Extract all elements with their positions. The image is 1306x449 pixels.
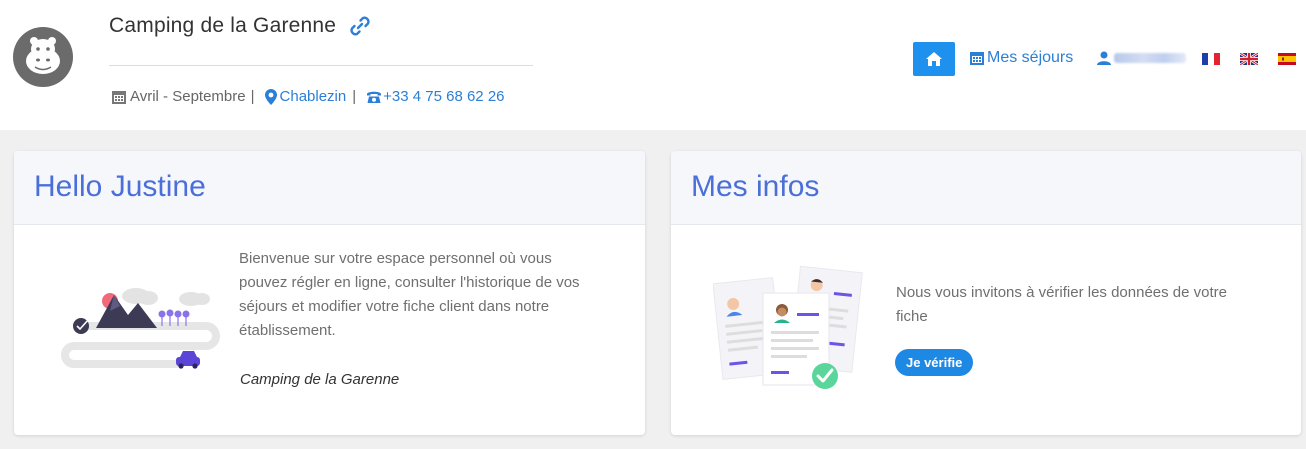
verify-button[interactable]: Je vérifie (895, 349, 974, 376)
user-account-link[interactable] (1097, 51, 1186, 65)
link-icon[interactable] (348, 14, 372, 38)
camping-name: Camping de la Garenne (109, 14, 337, 37)
separator: | (352, 88, 357, 105)
header-divider (109, 65, 533, 66)
info-text: Nous vous invitons à vérifier les donnée… (896, 284, 1228, 325)
info-card: Mes infos Nous vous invitons à vérifier … (671, 151, 1301, 435)
welcome-title: Hello Justine (34, 170, 206, 203)
camping-info: Avril - Septembre | Chablezin | +33 4 75… (111, 88, 505, 105)
location-link[interactable]: Chablezin (280, 88, 347, 105)
info-card-header: Mes infos (671, 151, 1301, 225)
home-icon (926, 52, 942, 66)
my-stays-label: Mes séjours (987, 49, 1074, 66)
documents-illustration (713, 265, 863, 389)
welcome-text: Bienvenue sur votre espace personnel où … (239, 250, 580, 339)
flag-es-icon[interactable] (1278, 53, 1296, 65)
camping-logo[interactable] (13, 27, 73, 87)
user-name-blurred (1114, 53, 1186, 63)
user-icon (1097, 51, 1111, 65)
flag-uk-icon[interactable] (1240, 53, 1258, 65)
my-stays-link[interactable]: Mes séjours (969, 49, 1073, 67)
flag-fr-icon[interactable] (1202, 53, 1220, 65)
landscape-illustration (61, 288, 220, 369)
calendar-icon (970, 52, 984, 65)
welcome-signature: Camping de la Garenne (240, 371, 400, 388)
home-button[interactable] (913, 42, 955, 76)
map-marker-icon (264, 88, 277, 105)
info-title: Mes infos (691, 170, 820, 203)
calendar-icon (112, 90, 126, 104)
phone-link[interactable]: +33 4 75 68 62 26 (383, 88, 504, 105)
welcome-card: Hello Justine Bienvenue sur votre espace… (14, 151, 645, 435)
page-header: Camping de la Garenne Avril - Septembre … (0, 0, 1306, 130)
phone-icon (367, 91, 382, 103)
camping-title: Camping de la Garenne (109, 14, 372, 38)
separator: | (250, 88, 255, 105)
season-period: Avril - Septembre (130, 88, 246, 105)
welcome-card-header: Hello Justine (14, 151, 645, 225)
